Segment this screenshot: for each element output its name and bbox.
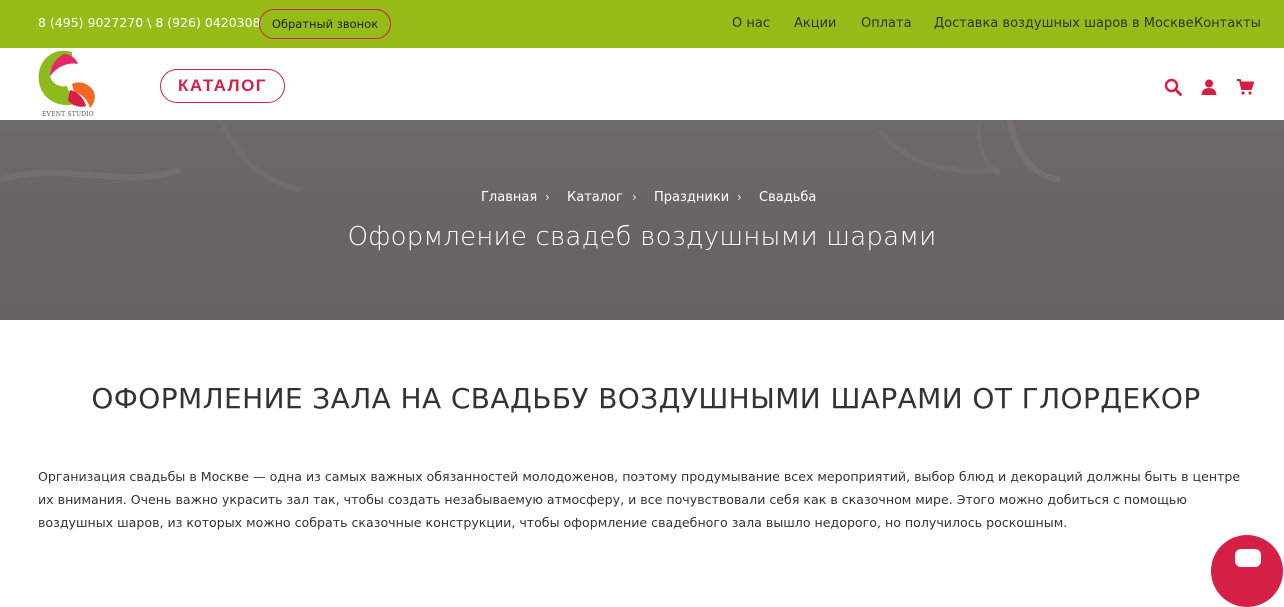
nav-contacts[interactable]: Контакты — [1194, 16, 1261, 31]
catalog-button[interactable]: КАТАЛОГ — [160, 69, 285, 103]
search-icon[interactable] — [1164, 78, 1182, 96]
cart-icon[interactable] — [1236, 78, 1254, 96]
top-nav: О нас Акции Оплата Доставка воздушных ша… — [0, 16, 1284, 34]
top-bar: 8 (495) 9027270 \ 8 (926) 0420308 Обратн… — [0, 0, 1284, 48]
breadcrumb-separator-icon: › — [545, 190, 550, 204]
site-header: EVENT STUDIO КАТАЛОГ — [0, 48, 1284, 120]
user-icon[interactable] — [1200, 78, 1218, 96]
logo[interactable] — [34, 48, 104, 120]
breadcrumb: Главная › Каталог › Праздники › Свадьба — [0, 190, 1284, 206]
section-heading: ОФОРМЛЕНИЕ ЗАЛА НА СВАДЬБУ ВОЗДУШНЫМИ ША… — [91, 382, 1201, 415]
logo-text: EVENT STUDIO — [42, 111, 94, 118]
nav-about[interactable]: О нас — [732, 16, 770, 31]
breadcrumb-separator-icon: › — [737, 190, 742, 204]
breadcrumb-wedding: Свадьба — [759, 190, 817, 205]
breadcrumb-home[interactable]: Главная — [481, 190, 537, 205]
hero-background-pattern — [0, 120, 1061, 193]
breadcrumb-separator-icon: › — [632, 190, 637, 204]
logo-mark-icon — [38, 50, 95, 108]
nav-payment[interactable]: Оплата — [861, 16, 912, 31]
page-title: Оформление свадеб воздушными шарами — [347, 222, 937, 252]
hero-banner: Главная › Каталог › Праздники › Свадьба … — [0, 120, 1284, 320]
chat-widget-button[interactable] — [1211, 535, 1283, 607]
breadcrumb-holidays[interactable]: Праздники — [654, 190, 729, 205]
nav-promotions[interactable]: Акции — [794, 16, 837, 31]
intro-paragraph: Организация свадьбы в Москве — одна из с… — [38, 469, 1241, 530]
chat-icon — [1235, 549, 1261, 567]
breadcrumb-catalog[interactable]: Каталог — [567, 190, 623, 205]
nav-delivery[interactable]: Доставка воздушных шаров в Москве — [934, 16, 1194, 31]
